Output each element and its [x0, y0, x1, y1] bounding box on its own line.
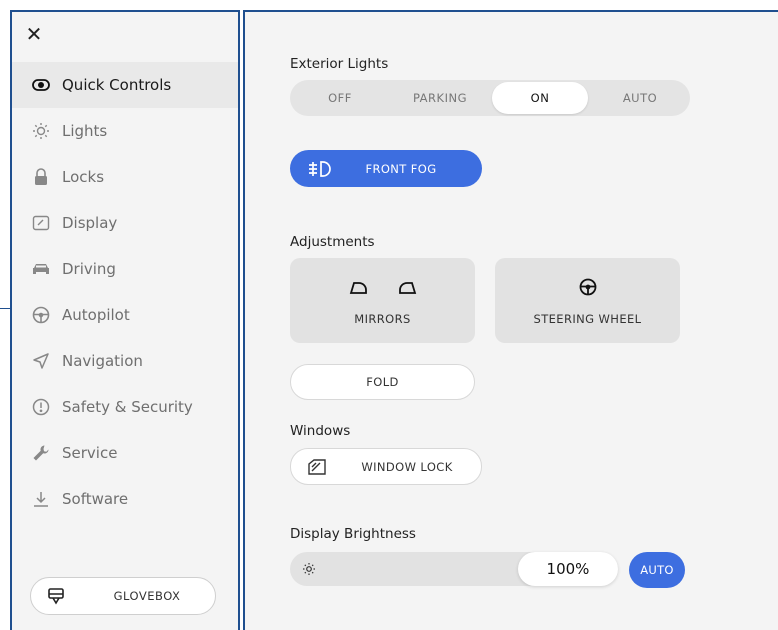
front-fog-label: FRONT FOG: [365, 161, 437, 176]
sun-icon: [30, 120, 52, 142]
sidebar-item-safety-security[interactable]: Safety & Security: [12, 384, 238, 430]
sidebar-item-label: Driving: [62, 260, 116, 278]
sidebar-item-autopilot[interactable]: Autopilot: [12, 292, 238, 338]
close-icon: ✕: [25, 22, 43, 46]
wrench-icon: [30, 442, 52, 464]
brightness-sun-icon: [300, 560, 318, 578]
left-mirror-icon: [348, 280, 368, 299]
frame-divider: [0, 308, 10, 309]
front-fog-button[interactable]: FRONT FOG: [290, 150, 482, 187]
sidebar-item-label: Safety & Security: [62, 398, 193, 416]
navigation-arrow-icon: [30, 350, 52, 372]
sidebar-nav: Quick Controls Lights Locks Display Driv…: [12, 62, 238, 522]
lights-option-auto[interactable]: AUTO: [592, 82, 688, 114]
sidebar-item-label: Navigation: [62, 352, 143, 370]
sidebar-item-display[interactable]: Display: [12, 200, 238, 246]
right-mirror-icon: [398, 280, 418, 299]
lights-option-parking[interactable]: PARKING: [392, 82, 488, 114]
car-icon: [30, 258, 52, 280]
lights-option-off[interactable]: OFF: [292, 82, 388, 114]
display-icon: [30, 212, 52, 234]
glovebox-label: GLOVEBOX: [113, 589, 181, 603]
main-panel: Exterior Lights OFF PARKING ON AUTO FRON…: [243, 10, 778, 630]
window-lock-icon: [307, 458, 327, 476]
steering-wheel-tile[interactable]: STEERING WHEEL: [495, 258, 680, 343]
window-lock-label: WINDOW LOCK: [361, 459, 453, 474]
brightness-slider-handle[interactable]: 100%: [518, 552, 618, 586]
sidebar-item-lights[interactable]: Lights: [12, 108, 238, 154]
alert-circle-icon: [30, 396, 52, 418]
toggle-icon: [30, 74, 52, 96]
sidebar: ✕ Quick Controls Lights Locks Display Dr…: [10, 10, 240, 630]
download-icon: [30, 488, 52, 510]
sidebar-item-locks[interactable]: Locks: [12, 154, 238, 200]
brightness-value: 100%: [546, 560, 590, 578]
sidebar-item-label: Display: [62, 214, 118, 232]
sidebar-item-label: Software: [62, 490, 129, 508]
adjustments-title: Adjustments: [290, 234, 375, 250]
fog-light-icon: [306, 158, 332, 180]
sidebar-item-label: Quick Controls: [62, 76, 172, 94]
sidebar-item-service[interactable]: Service: [12, 430, 238, 476]
sidebar-item-label: Locks: [62, 168, 105, 186]
sidebar-item-label: Service: [62, 444, 118, 462]
fold-label: FOLD: [366, 375, 399, 389]
close-button[interactable]: ✕: [22, 22, 46, 46]
exterior-lights-title: Exterior Lights: [290, 56, 389, 72]
display-brightness-title: Display Brightness: [290, 526, 416, 542]
sidebar-item-driving[interactable]: Driving: [12, 246, 238, 292]
lock-icon: [30, 166, 52, 188]
sidebar-item-navigation[interactable]: Navigation: [12, 338, 238, 384]
fold-button[interactable]: FOLD: [290, 364, 475, 400]
sidebar-item-label: Lights: [62, 122, 108, 140]
brightness-auto-button[interactable]: AUTO: [629, 552, 685, 588]
sidebar-item-quick-controls[interactable]: Quick Controls: [12, 62, 238, 108]
steering-wheel-icon: [30, 304, 52, 326]
brightness-auto-label: AUTO: [640, 563, 674, 577]
glovebox-button[interactable]: GLOVEBOX: [30, 577, 216, 615]
sidebar-item-software[interactable]: Software: [12, 476, 238, 522]
exterior-lights-selector: OFF PARKING ON AUTO: [290, 80, 690, 116]
glovebox-icon: [45, 585, 67, 607]
lights-option-on[interactable]: ON: [492, 82, 588, 114]
mirrors-label: MIRRORS: [354, 312, 411, 326]
window-lock-button[interactable]: WINDOW LOCK: [290, 448, 482, 485]
windows-title: Windows: [290, 423, 351, 439]
steering-wheel-icon: [579, 278, 597, 300]
steering-wheel-label: STEERING WHEEL: [533, 312, 642, 326]
brightness-slider[interactable]: 100%: [290, 552, 618, 586]
mirrors-tile[interactable]: MIRRORS: [290, 258, 475, 343]
sidebar-item-label: Autopilot: [62, 306, 130, 324]
